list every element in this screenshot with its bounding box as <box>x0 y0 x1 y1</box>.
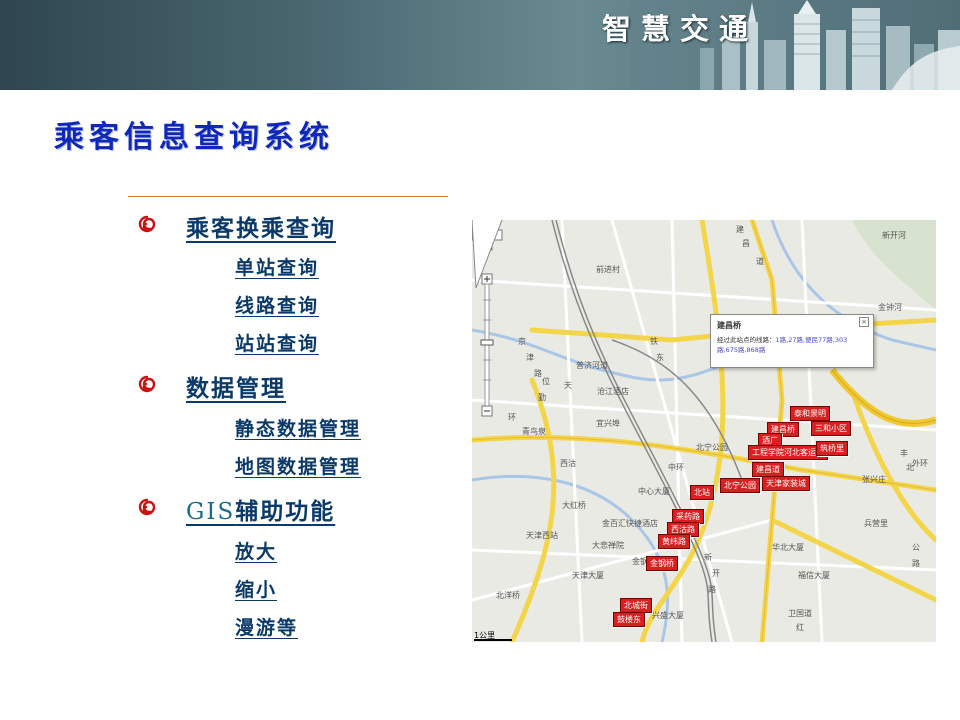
station-marker[interactable]: 北宁公园 <box>720 478 760 493</box>
station-marker[interactable]: 北站 <box>690 485 714 500</box>
map-label: 兴盛大厦 <box>652 610 684 620</box>
spiral-bullet-icon <box>138 375 156 393</box>
map-label: 天 <box>564 381 572 390</box>
map-label: 大悲禅院 <box>592 540 624 550</box>
map-label: 天津大厦 <box>572 570 604 580</box>
map-label: 路 <box>534 368 542 378</box>
map-label: 华北大厦 <box>772 542 804 552</box>
popup-routes-label: 经过此站点的线路： <box>717 336 776 344</box>
map-label: 前进村 <box>596 264 620 274</box>
spiral-bullet-icon <box>138 498 156 516</box>
header-title: 智慧交通 <box>602 12 759 46</box>
map-label: 外环 <box>912 458 928 468</box>
zoom-slider-handle[interactable] <box>480 339 494 346</box>
menu-zoom-out[interactable]: 缩小 <box>235 575 277 602</box>
menu-pan[interactable]: 漫游等 <box>235 613 298 640</box>
map-label: 京 <box>518 336 526 346</box>
menu-static-data-management[interactable]: 静态数据管理 <box>235 414 361 441</box>
station-marker[interactable]: 三和小区 <box>811 421 851 436</box>
station-marker[interactable]: 筑桥里 <box>816 441 848 456</box>
map-label: 天津西站 <box>526 530 558 540</box>
menu-data-management[interactable]: 数据管理 <box>186 369 286 403</box>
map-label: 勤 <box>538 392 546 402</box>
map-canvas[interactable]: 建 昌 道 新开河 金钟河 前进村 京 津 路 普济河道 铁 东 天 勤 位 环… <box>472 220 936 642</box>
menu-gis-latin: GIS <box>186 499 236 525</box>
map-label: 大红桥 <box>562 500 586 510</box>
popup-station-name: 建昌桥 <box>717 321 741 330</box>
close-icon[interactable]: × <box>859 317 869 327</box>
map-label: 公 <box>912 543 920 552</box>
map-label: 金百汇快捷酒店 <box>602 518 658 528</box>
map-label: 丰 <box>900 448 908 458</box>
divider <box>128 196 448 197</box>
map-label: 路 <box>708 584 716 594</box>
map-label: 建 <box>736 224 744 234</box>
map-label: 新开河 <box>882 230 906 240</box>
map-label: 环 <box>508 413 516 422</box>
map-label: 开 <box>712 569 720 578</box>
menu-zoom-in[interactable]: 放大 <box>235 537 277 564</box>
map-label: 昌 <box>742 239 750 248</box>
map-label: 西沽 <box>560 458 576 468</box>
map-label: 兵营里 <box>864 518 888 528</box>
map-label: 北宁公园 <box>696 442 728 452</box>
menu-transfer-query[interactable]: 乘客换乘查询 <box>186 209 336 243</box>
station-marker[interactable]: 北城街 <box>620 598 652 613</box>
menu-map-data-management[interactable]: 地图数据管理 <box>235 452 361 479</box>
map-label: 新 <box>704 552 712 562</box>
map-label: 中环 <box>668 462 684 472</box>
map-label: 沧江酒店 <box>597 386 629 396</box>
map-label: 青鸟泉 <box>522 426 546 436</box>
station-marker[interactable]: 黄纬路 <box>658 534 690 549</box>
station-marker[interactable]: 鼓楼东 <box>613 612 645 627</box>
station-marker[interactable]: 金钢桥 <box>646 556 678 571</box>
spiral-bullet-icon <box>138 215 156 233</box>
page-title: 乘客信息查询系统 <box>54 120 334 155</box>
station-marker[interactable]: 泰和景明 <box>790 406 830 421</box>
map-label: 金钟河 <box>878 302 902 312</box>
map-scale-label: 1公里 <box>474 631 496 640</box>
menu-route-query[interactable]: 线路查询 <box>235 291 319 318</box>
map-label: 普济河道 <box>576 360 608 370</box>
header-banner: 智慧交通 <box>0 0 960 90</box>
menu-station-to-station-query[interactable]: 站站查询 <box>235 329 319 356</box>
map-label: 位 <box>542 376 550 386</box>
map-label: 道 <box>756 256 764 266</box>
map-label: 中心大厦 <box>638 486 670 496</box>
popup-route-info: 经过此站点的线路：1路,27路,便民77路,303路,675路,868路 <box>717 335 865 355</box>
station-marker[interactable]: 天津家装城 <box>762 476 810 491</box>
city-map[interactable]: 建 昌 道 新开河 金钟河 前进村 京 津 路 普济河道 铁 东 天 勤 位 环… <box>472 220 936 642</box>
menu-gis-label: 辅助功能 <box>235 499 336 525</box>
map-label: 福信大厦 <box>798 570 830 580</box>
map-label: 北洋桥 <box>496 590 520 600</box>
map-label: 卫国道 <box>788 608 812 618</box>
popup-pointer <box>472 220 503 289</box>
map-label: 东 <box>656 352 664 362</box>
station-marker[interactable]: 建昌道 <box>752 462 784 477</box>
map-label: 津 <box>526 352 534 362</box>
menu-single-station-query[interactable]: 单站查询 <box>235 253 319 280</box>
map-label: 红 <box>796 622 804 632</box>
map-label: 铁 <box>650 336 658 346</box>
map-label: 路 <box>912 558 920 568</box>
map-label: 宜兴埠 <box>596 418 620 428</box>
menu-gis-functions[interactable]: GIS辅助功能 <box>186 492 335 526</box>
station-info-popup: 建昌桥 × 经过此站点的线路：1路,27路,便民77路,303路,675路,86… <box>710 314 874 368</box>
map-label: 张兴庄 <box>862 474 886 484</box>
